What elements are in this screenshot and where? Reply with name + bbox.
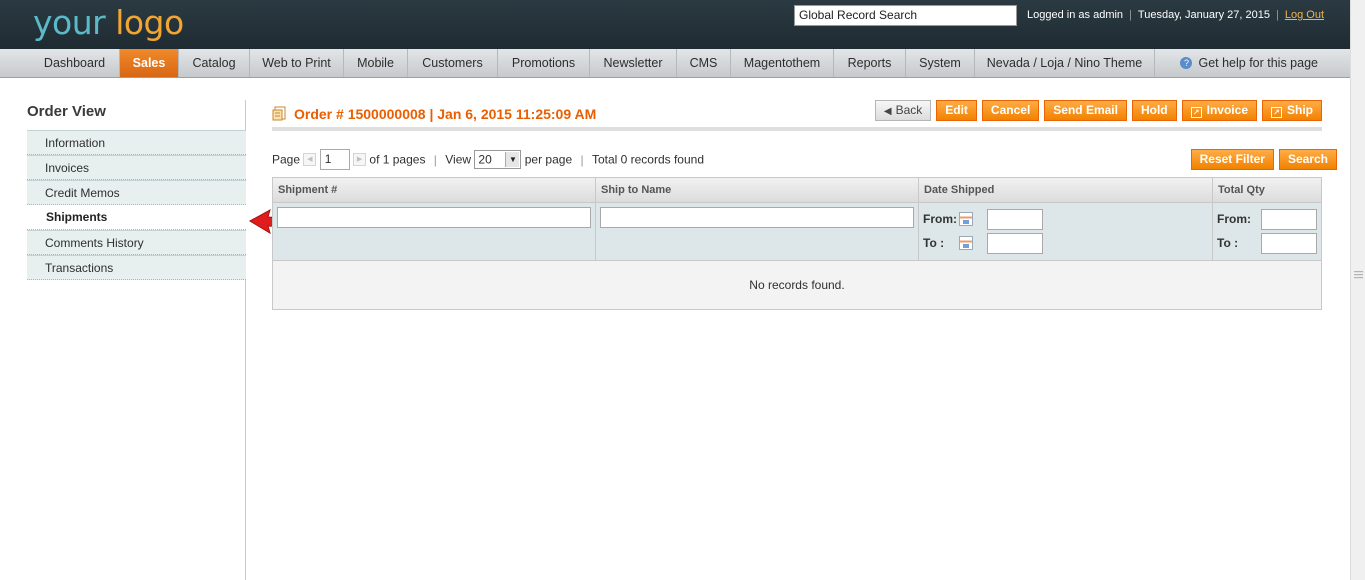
sidebar-title: Order View (27, 103, 106, 120)
reset-filter-button[interactable]: Reset Filter (1190, 149, 1274, 170)
help-icon: ? (1180, 57, 1193, 69)
hold-button[interactable]: Hold (1131, 100, 1177, 121)
page-label: Page (272, 152, 301, 167)
order-header: Order # 1500000008 | Jan 6, 2015 11:25:0… (272, 100, 1322, 131)
nav-dashboard[interactable]: Dashboard (30, 49, 120, 77)
nav-newsletter[interactable]: Newsletter (590, 49, 677, 77)
cancel-button[interactable]: Cancel (981, 100, 1040, 121)
sidebar-item-transactions[interactable]: Transactions (27, 255, 246, 280)
logout-link[interactable]: Log Out (1285, 9, 1324, 21)
total-qty-filter: From: To : (1213, 203, 1321, 260)
logged-in-text: Logged in as admin (1027, 9, 1124, 21)
nav-magentothem[interactable]: Magentothem (731, 49, 834, 77)
page-number-input[interactable]: 1 (319, 149, 350, 170)
ship-button[interactable]: ↗ Ship (1262, 100, 1322, 121)
grid-pager: Page ◀ 1 ▶ of 1 pages | View 20 ▼ per pag… (272, 149, 704, 170)
order-actions: ◀ Back Edit Cancel Send Email Hold ↗ Invoi… (874, 100, 1322, 121)
date-shipped-filter: From: To : (919, 203, 1213, 260)
invoice-icon: ↗ (1190, 107, 1202, 118)
nav-cms[interactable]: CMS (677, 49, 731, 77)
page-count: of 1 pages (369, 152, 426, 167)
edit-button[interactable]: Edit (936, 100, 977, 121)
column-header-ship-to-name[interactable]: Ship to Name (596, 178, 919, 202)
scroll-grip-icon: — — — (1354, 266, 1363, 282)
grid-header-row: Shipment # Ship to Name Date Shipped Tot… (273, 178, 1321, 203)
admin-header: your logo Global Record Search Logged in… (0, 0, 1350, 49)
date-to-input[interactable] (987, 232, 1043, 254)
qty-to-label: To : (1217, 236, 1239, 250)
invoice-button[interactable]: ↗ Invoice (1181, 100, 1257, 121)
prev-page-icon[interactable]: ◀ (303, 153, 317, 166)
header-date: Tuesday, January 27, 2015 (1137, 9, 1270, 21)
search-button[interactable]: Search (1278, 149, 1337, 170)
qty-from-input[interactable] (1261, 208, 1317, 230)
per-page-select[interactable]: 20 ▼ (474, 150, 522, 169)
column-header-date-shipped[interactable]: Date Shipped (919, 178, 1213, 202)
view-label: View (445, 152, 472, 167)
header-user-info: Logged in as admin | Tuesday, January 27, … (1027, 9, 1324, 21)
nav-promotions[interactable]: Promotions (498, 49, 590, 77)
nav-web-to-print[interactable]: Web to Print (250, 49, 344, 77)
sidebar-item-comments-history[interactable]: Comments History (27, 230, 246, 255)
shipment-number-filter[interactable] (277, 207, 591, 228)
nav-system[interactable]: System (906, 49, 975, 77)
back-arrow-icon: ◀ (883, 106, 892, 117)
per-page-value: 20 (478, 152, 492, 167)
nav-customers[interactable]: Customers (408, 49, 498, 77)
ship-label: Ship (1287, 103, 1313, 117)
shipments-grid: Shipment # Ship to Name Date Shipped Tot… (272, 177, 1322, 310)
main-nav: Dashboard Sales Catalog Web to Print Mob… (0, 49, 1350, 78)
global-search-input[interactable]: Global Record Search (794, 5, 1017, 26)
date-from-label: From: (923, 212, 957, 226)
help-label: Get help for this page (1198, 56, 1318, 70)
help-link[interactable]: ? Get help for this page (1180, 49, 1318, 77)
invoice-label: Invoice (1206, 103, 1248, 117)
nav-reports[interactable]: Reports (834, 49, 906, 77)
calendar-icon[interactable] (959, 236, 973, 250)
sidebar-tabs: Information Invoices Credit Memos Shipme… (27, 130, 246, 280)
sidebar-item-credit-memos[interactable]: Credit Memos (27, 180, 246, 205)
page-title: Order # 1500000008 | Jan 6, 2015 11:25:0… (294, 106, 597, 122)
nav-theme[interactable]: Nevada / Loja / Nino Theme (975, 49, 1155, 77)
filter-actions: Reset Filter Search (1190, 149, 1337, 170)
order-document-icon (272, 106, 286, 121)
sidebar-item-information[interactable]: Information (27, 130, 246, 155)
sidebar-item-invoices[interactable]: Invoices (27, 155, 246, 180)
column-header-shipment[interactable]: Shipment # (273, 178, 596, 202)
per-page-label: per page (524, 152, 573, 167)
nav-catalog[interactable]: Catalog (179, 49, 250, 77)
back-button[interactable]: ◀ Back (874, 100, 932, 121)
back-label: Back (895, 103, 923, 117)
vertical-scrollbar[interactable]: — — — (1350, 0, 1365, 580)
send-email-button[interactable]: Send Email (1044, 100, 1127, 121)
logo[interactable]: your logo (33, 3, 184, 42)
records-total: Total 0 records found (591, 152, 705, 167)
ship-to-name-filter[interactable] (600, 207, 914, 228)
calendar-icon[interactable] (959, 212, 973, 226)
grid-filter-row: From: To : From: To : (273, 203, 1321, 261)
next-page-icon[interactable]: ▶ (353, 153, 367, 166)
ship-icon: ↗ (1271, 107, 1282, 118)
qty-from-label: From: (1217, 212, 1251, 226)
sidebar-item-shipments[interactable]: Shipments (27, 205, 246, 230)
nav-mobile[interactable]: Mobile (344, 49, 408, 77)
chevron-down-icon: ▼ (505, 152, 520, 167)
column-header-total-qty[interactable]: Total Qty (1213, 178, 1321, 202)
empty-grid-message: No records found. (273, 261, 1321, 309)
date-from-input[interactable] (987, 208, 1043, 230)
date-to-label: To : (923, 236, 945, 250)
qty-to-input[interactable] (1261, 232, 1317, 254)
nav-sales[interactable]: Sales (120, 49, 179, 77)
